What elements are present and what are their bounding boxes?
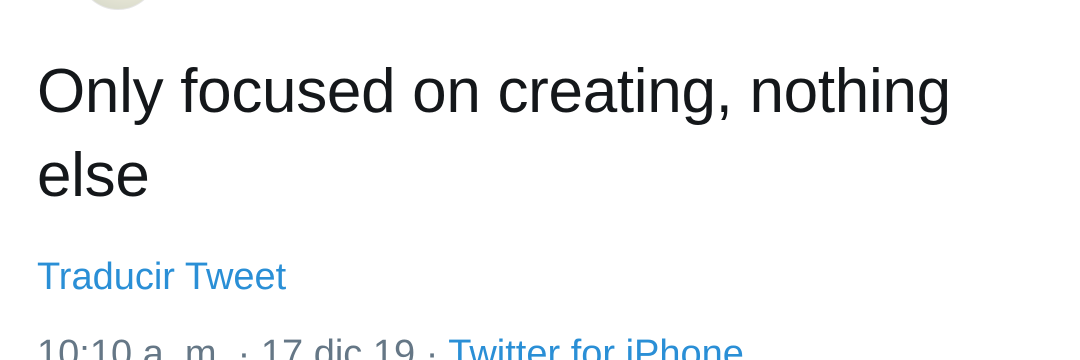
translate-tweet-link[interactable]: Traducir Tweet <box>37 255 286 299</box>
tweet-date[interactable]: 17 dic 19 <box>261 333 415 360</box>
tweet-text: Only focused on creating, nothing else <box>37 57 951 210</box>
tweet-source-link[interactable]: Twitter for iPhone <box>448 333 744 360</box>
tweet-time[interactable]: 10:10 a. m. <box>37 333 227 360</box>
meta-separator: · <box>415 333 449 360</box>
tweet-meta: 10:10 a. m. · 17 dic 19 · Twitter for iP… <box>37 332 744 360</box>
avatar[interactable] <box>78 0 158 10</box>
meta-separator: · <box>227 333 261 360</box>
